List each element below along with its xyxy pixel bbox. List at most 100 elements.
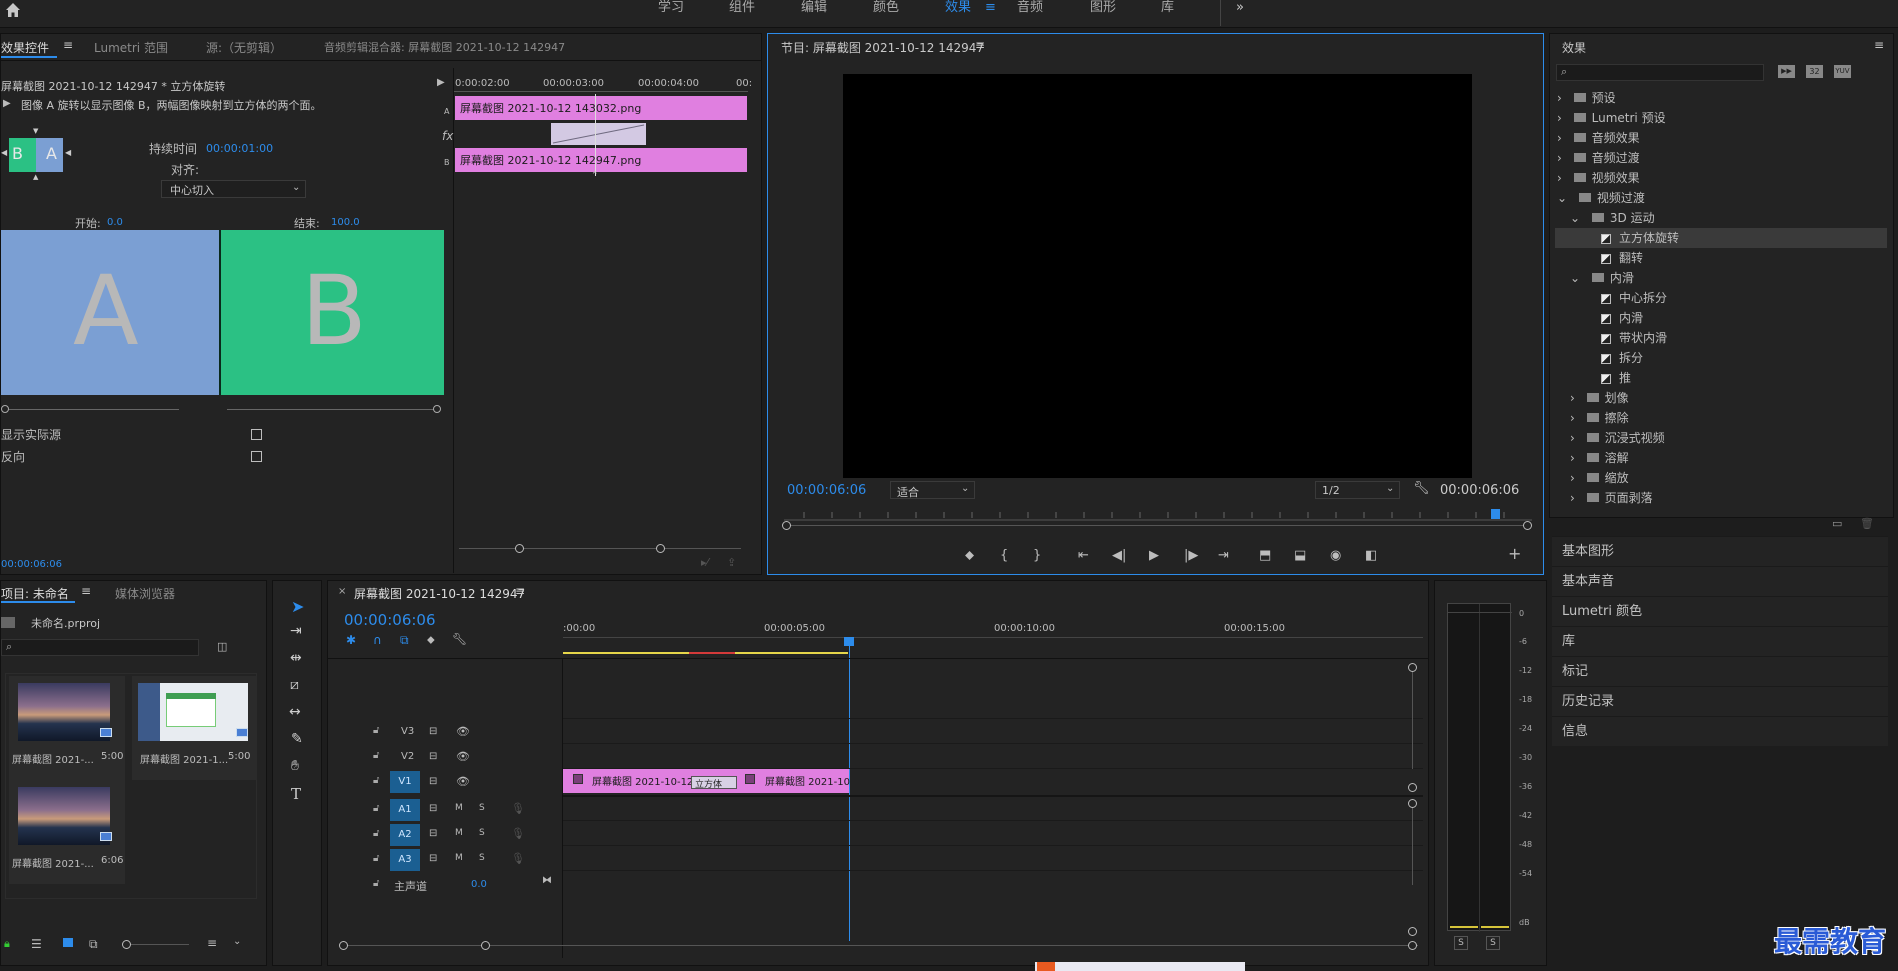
tab-source[interactable]: 源:（无剪辑）: [206, 39, 282, 56]
lock-icon[interactable]: 🔓︎: [373, 750, 379, 761]
tree-item-center-split[interactable]: 中心拆分: [1601, 288, 1667, 308]
mute-button[interactable]: M: [455, 828, 463, 838]
snap-icon[interactable]: ∩: [373, 633, 382, 647]
tree-item-video-transitions[interactable]: ⌄ 视频过渡: [1557, 188, 1645, 208]
tree-item-slide-folder[interactable]: ⌄ 内滑: [1570, 268, 1634, 288]
go-to-end-icon[interactable]: ⧓: [542, 875, 552, 886]
accelerated-effects-icon[interactable]: ▶▶: [1778, 65, 1795, 78]
timeline-ruler[interactable]: [563, 637, 1423, 638]
mark-in-icon[interactable]: {: [1000, 548, 1008, 564]
track-v3-label[interactable]: V3: [401, 726, 414, 737]
program-zoom-bar[interactable]: [784, 525, 1532, 526]
audio-scrollbar[interactable]: [1412, 803, 1413, 885]
delete-icon[interactable]: 🗑︎: [1860, 517, 1874, 530]
ripple-edit-tool-icon[interactable]: ⇹: [290, 650, 302, 666]
mini-zoom-bar[interactable]: [459, 548, 741, 549]
mini-clip-b[interactable]: 屏幕截图 2021-10-12 142947.png: [455, 148, 747, 172]
tree-item-video-effects[interactable]: › 视频效果: [1557, 168, 1640, 188]
fit-dropdown[interactable]: 适合 ⌄: [890, 481, 975, 499]
solo-right-button[interactable]: S: [1486, 936, 1500, 950]
solo-button[interactable]: S: [479, 853, 485, 863]
tree-item-push[interactable]: 推: [1601, 368, 1631, 388]
timeline-timecode[interactable]: 00:00:06:06: [344, 611, 436, 629]
tree-item-3d-motion[interactable]: ⌄ 3D 运动: [1570, 208, 1655, 228]
workspace-learn[interactable]: 学习: [658, 0, 684, 28]
tree-item-zoom[interactable]: › 缩放: [1570, 468, 1629, 488]
resolution-dropdown[interactable]: 1/2 ⌄: [1315, 481, 1400, 499]
sync-lock-icon[interactable]: ⊟: [429, 853, 437, 864]
track-v1-label[interactable]: V1: [390, 771, 420, 793]
section-markers[interactable]: 标记: [1552, 656, 1888, 686]
track-v2-label[interactable]: V2: [401, 751, 414, 762]
export-icon[interactable]: ⇪: [727, 556, 736, 569]
tab-lumetri-scopes[interactable]: Lumetri 范围: [94, 39, 168, 56]
mini-clip-a[interactable]: 屏幕截图 2021-10-12 143032.png: [455, 96, 747, 120]
timeline-menu-icon[interactable]: ≡: [515, 584, 525, 598]
mini-zoom-handle-right[interactable]: [656, 544, 665, 553]
eye-icon[interactable]: 👁︎: [456, 725, 470, 738]
video-scroll-handle-bottom[interactable]: [1408, 783, 1417, 792]
audio-scroll-handle-top[interactable]: [1408, 799, 1417, 808]
workspace-assembly[interactable]: 组件: [729, 0, 755, 28]
workspace-libraries[interactable]: 库: [1161, 0, 1174, 28]
edge-bottom-icon[interactable]: ▲: [33, 173, 38, 181]
icon-view-icon[interactable]: [63, 938, 73, 947]
wrench-icon[interactable]: 🔧︎: [1413, 481, 1430, 496]
lock-icon[interactable]: 🔓︎: [373, 828, 379, 839]
play-transition-icon[interactable]: ▶: [437, 77, 445, 88]
lock-icon[interactable]: 🔒︎: [4, 937, 10, 951]
freeform-view-icon[interactable]: ⧉: [89, 937, 98, 952]
add-marker-icon[interactable]: ⬥: [427, 633, 435, 647]
mini-zoom-handle-left[interactable]: [515, 544, 524, 553]
master-volume-value[interactable]: 0.0: [471, 879, 487, 890]
timeline-clip-v1[interactable]: 屏幕截图 2021-10-12 屏幕截图 2021-10 立方体: [563, 769, 850, 793]
tree-item-lumetri-presets[interactable]: › Lumetri 预设: [1557, 108, 1666, 128]
mute-button[interactable]: M: [455, 803, 463, 813]
new-bin-icon[interactable]: ▭: [1832, 517, 1842, 530]
project-item[interactable]: 屏幕截图 2021-... 5:00: [9, 676, 125, 780]
lock-icon[interactable]: 🔓︎: [373, 775, 379, 786]
timeline-zoom-bar[interactable]: [344, 945, 1418, 946]
home-icon[interactable]: [5, 2, 21, 18]
tree-item-page-peel[interactable]: › 页面剥落: [1570, 488, 1653, 508]
program-menu-icon[interactable]: ≡: [975, 38, 985, 52]
pen-tool-icon[interactable]: ✎: [291, 731, 303, 747]
section-essential-graphics[interactable]: 基本图形: [1552, 536, 1888, 566]
section-lumetri-color[interactable]: Lumetri 颜色: [1552, 596, 1888, 626]
go-to-in-icon[interactable]: ⇤: [1078, 548, 1089, 564]
program-zoom-handle-left[interactable]: [782, 521, 791, 530]
type-tool-icon[interactable]: T: [291, 785, 301, 803]
sync-lock-icon[interactable]: ⊟: [429, 828, 437, 839]
workspace-editing[interactable]: 编辑: [801, 0, 827, 28]
lock-icon[interactable]: 🔓︎: [373, 725, 379, 736]
lock-icon[interactable]: 🔓︎: [373, 803, 379, 814]
transition-center-icon[interactable]: ⌃: [591, 171, 599, 181]
tab-effect-controls[interactable]: 效果控件: [1, 39, 49, 56]
lock-icon[interactable]: 🔓︎: [373, 853, 379, 864]
track-a2-label[interactable]: A2: [390, 824, 420, 846]
timeline-zoom-handle-left[interactable]: [339, 941, 348, 950]
edge-left-icon[interactable]: ◀: [1, 148, 7, 157]
32bit-effects-icon[interactable]: 32: [1806, 65, 1823, 78]
track-a3-label[interactable]: A3: [390, 849, 420, 871]
end-slider[interactable]: [227, 409, 437, 410]
workspace-color[interactable]: 颜色: [873, 0, 899, 28]
video-scroll-handle-top[interactable]: [1408, 663, 1417, 672]
close-icon[interactable]: ×: [338, 586, 346, 597]
video-scrollbar[interactable]: [1412, 667, 1413, 769]
end-slider-handle[interactable]: [433, 405, 441, 413]
microphone-icon[interactable]: 🎙︎: [511, 802, 525, 815]
lift-icon[interactable]: ⬒: [1259, 548, 1271, 564]
eye-icon[interactable]: 👁︎: [456, 775, 470, 788]
tab-project[interactable]: 项目: 未命名: [1, 585, 69, 602]
sync-lock-icon[interactable]: ⊟: [429, 751, 437, 762]
microphone-icon[interactable]: 🎙︎: [511, 852, 525, 865]
start-slider-handle[interactable]: [1, 405, 9, 413]
slip-tool-icon[interactable]: ↔: [289, 704, 301, 720]
sync-lock-icon[interactable]: ⊟: [429, 803, 437, 814]
sequence-tab[interactable]: 屏幕截图 2021-10-12 142947: [354, 585, 525, 602]
thumbnail-size-slider[interactable]: [127, 944, 189, 945]
tree-item-flip[interactable]: 翻转: [1601, 248, 1643, 268]
workspace-audio[interactable]: 音频: [1017, 0, 1043, 28]
workspace-graphics[interactable]: 图形: [1090, 0, 1116, 28]
